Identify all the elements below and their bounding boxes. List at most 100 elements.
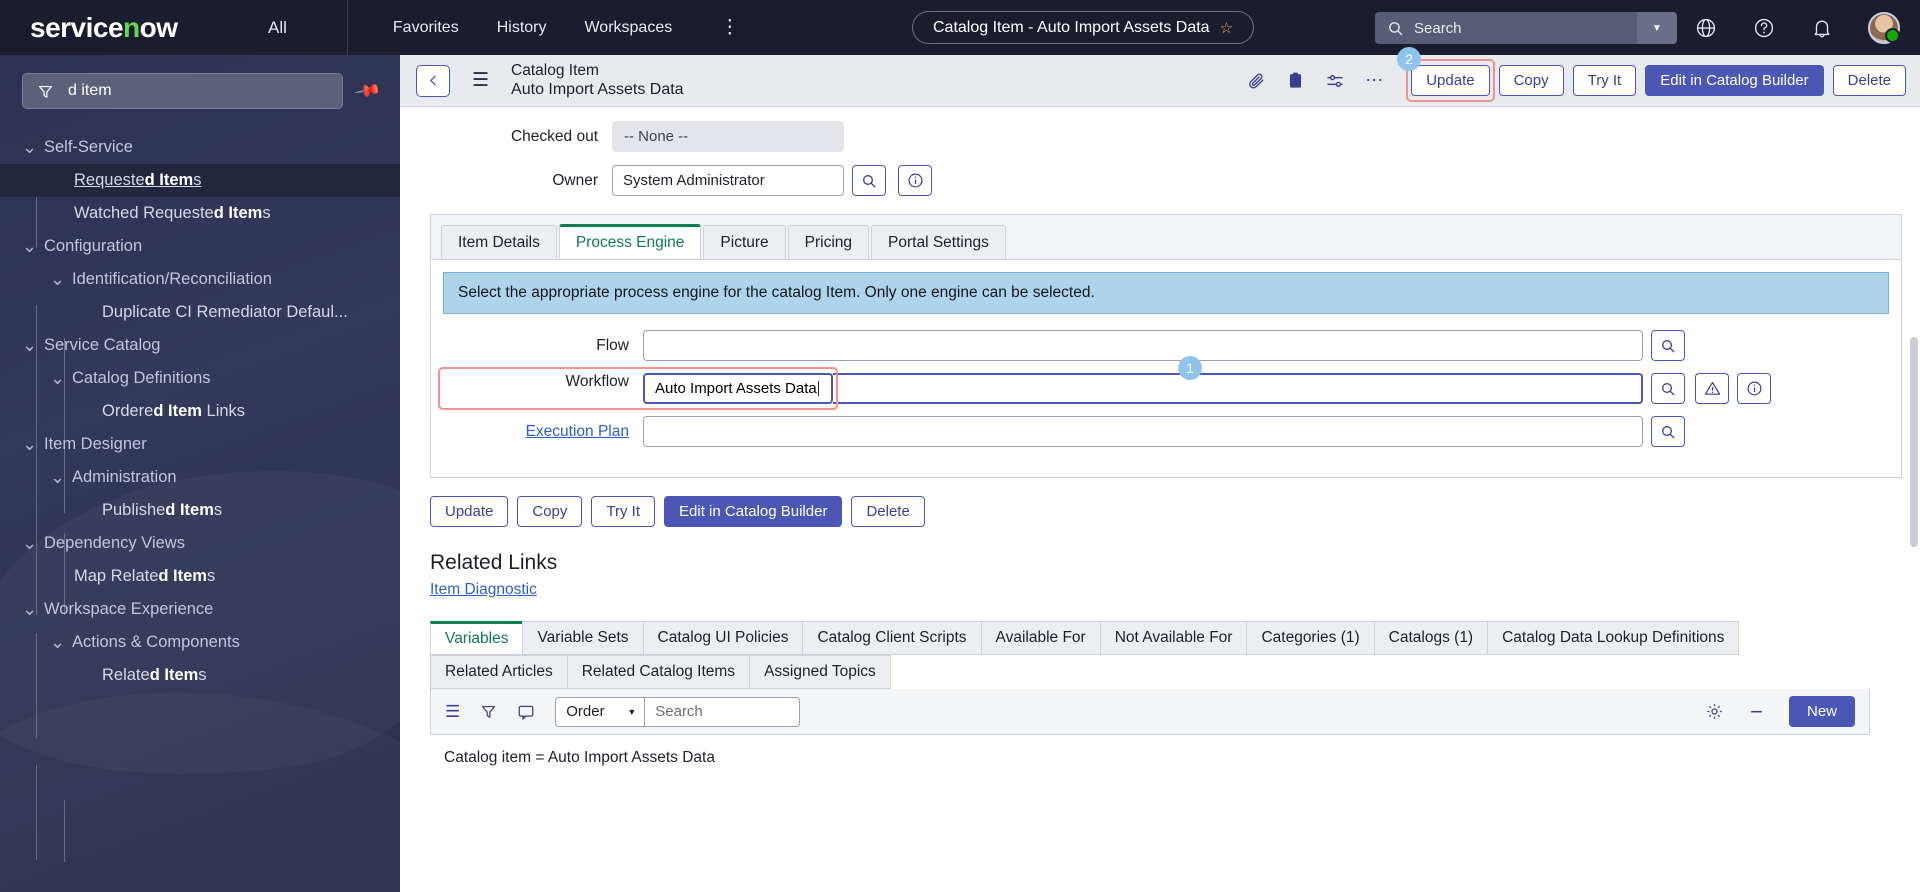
related-tab-categories-1[interactable]: Categories (1) [1246,621,1375,655]
checked-out-row: Checked out -- None -- [422,121,1898,152]
update-button[interactable]: Update [430,496,509,527]
personalize-icon[interactable] [1325,71,1345,91]
related-tab-available-for[interactable]: Available For [980,621,1101,655]
workflow-warning-icon[interactable] [1695,373,1729,404]
nav-favorites[interactable]: Favorites [393,19,459,37]
more-menu-icon[interactable]: ⋮ [720,18,740,37]
current-record-pill[interactable]: Catalog Item - Auto Import Assets Data ☆ [912,11,1255,44]
tab-item-details[interactable]: Item Details [441,225,557,259]
workflow-input-left[interactable]: Auto Import Assets Data [643,373,833,404]
body-wrapper: d item 📌 ⌄ Self-Service Requested Items Wat… [0,47,1920,892]
tab-portal-settings[interactable]: Portal Settings [871,225,1006,259]
global-search-input[interactable]: Search [1375,12,1665,44]
sidebar-item-actions-components[interactable]: ⌄ Actions & Components [0,626,400,659]
sidebar-item-dependency-views[interactable]: ⌄ Dependency Views [0,527,400,560]
sidebar-item-watched-requested-items[interactable]: Watched Requested Items [0,197,400,230]
pin-icon[interactable]: 📌 [353,77,382,106]
nav-history[interactable]: History [497,19,547,37]
form-header-buttons: Update 2 Copy Try It Edit in Catalog Builder… [1397,47,1906,102]
hamburger-icon[interactable]: ☰ [472,69,489,92]
sidebar-item-self-service[interactable]: ⌄ Self-Service [0,131,400,164]
avatar[interactable] [1868,11,1900,44]
checked-out-label: Checked out [510,127,598,145]
servicenow-logo[interactable]: servicenow [30,12,178,44]
flow-magnifier-icon[interactable] [1651,330,1685,361]
more-icon[interactable]: ⋯ [1365,70,1383,91]
related-tab-catalog-data-lookup-definitions[interactable]: Catalog Data Lookup Definitions [1487,621,1740,655]
sidebar-item-workspace-experience[interactable]: ⌄ Workspace Experience [0,593,400,626]
related-list-tabs: Variables Variable Sets Catalog UI Policie… [430,621,1870,689]
related-tab-variables[interactable]: Variables [430,621,524,655]
star-icon[interactable]: ☆ [1220,19,1233,37]
item-diagnostic-link[interactable]: Item Diagnostic [430,581,1898,599]
chevron-down-icon: ⌄ [22,335,38,355]
related-tab-related-articles[interactable]: Related Articles [430,655,568,689]
try-it-button[interactable]: Try It [591,496,656,527]
edit-in-catalog-builder-button[interactable]: Edit in Catalog Builder [664,496,843,527]
sidebar-item-service-catalog[interactable]: ⌄ Service Catalog [0,329,400,362]
list-search-input[interactable]: Search [645,696,801,727]
related-tab-catalog-client-scripts[interactable]: Catalog Client Scripts [802,621,982,655]
owner-input[interactable]: System Administrator [612,165,844,196]
chevron-down-icon: ⌄ [22,434,38,454]
sidebar-item-related-items[interactable]: Related Items [0,659,400,692]
sidebar-item-administration[interactable]: ⌄ Administration [0,461,400,494]
related-tab-variable-sets[interactable]: Variable Sets [522,621,644,655]
owner-info-icon[interactable] [898,165,932,196]
execution-plan-magnifier-icon[interactable] [1651,416,1685,447]
try-it-button[interactable]: Try It [1572,65,1637,96]
attachment-icon[interactable] [1247,71,1266,90]
tab-picture[interactable]: Picture [703,225,786,259]
sidebar-item-ordered-item-links[interactable]: Ordered Item Links [0,395,400,428]
tree-rail [64,800,65,862]
sidebar-item-identification-reconciliation[interactable]: ⌄ Identification/Reconciliation [0,263,400,296]
chevron-down-icon: ⌄ [22,137,38,157]
execution-plan-input[interactable] [643,416,1643,447]
sidebar-item-item-designer[interactable]: ⌄ Item Designer [0,428,400,461]
copy-button[interactable]: Copy [1498,65,1564,96]
sidebar-item-published-items[interactable]: Published Items [0,494,400,527]
delete-button[interactable]: Delete [851,496,925,527]
sidebar-item-configuration[interactable]: ⌄ Configuration [0,230,400,263]
funnel-icon[interactable] [480,703,497,720]
delete-button[interactable]: Delete [1832,65,1906,96]
back-button[interactable] [416,64,450,97]
sidebar-item-map-related-items[interactable]: Map Related Items [0,560,400,593]
copy-button[interactable]: Copy [517,496,583,527]
tab-process-engine[interactable]: Process Engine [558,224,702,258]
related-tab-catalogs-1[interactable]: Catalogs (1) [1373,621,1489,655]
workflow-info-icon[interactable] [1737,373,1771,404]
all-menu-button[interactable]: All [268,18,287,38]
order-dropdown[interactable]: Order ▼ [555,696,646,727]
list-menu-icon[interactable]: ☰ [445,702,460,722]
related-tab-assigned-topics[interactable]: Assigned Topics [749,655,891,689]
sidebar-item-duplicate-ci-remediator-defaul[interactable]: Duplicate CI Remediator Defaul... [0,296,400,329]
help-icon[interactable] [1752,16,1776,40]
top-navigation-bar: servicenow All Favorites History Workspa… [0,0,1920,55]
workflow-magnifier-icon[interactable] [1651,373,1685,404]
gear-icon[interactable] [1705,702,1724,721]
related-tab-related-catalog-items[interactable]: Related Catalog Items [566,655,751,689]
sidebar-filter-input[interactable]: d item [22,73,343,109]
workflow-input-right[interactable] [833,373,1643,404]
tab-pricing[interactable]: Pricing [787,225,870,259]
new-button[interactable]: New [1788,696,1855,727]
sidebar-item-catalog-definitions[interactable]: ⌄ Catalog Definitions [0,362,400,395]
related-tab-not-available-for[interactable]: Not Available For [1099,621,1248,655]
speech-icon[interactable] [517,703,535,721]
bell-icon[interactable] [1810,16,1834,40]
nav-workspaces[interactable]: Workspaces [584,19,672,37]
flow-input[interactable] [643,330,1643,361]
globe-icon[interactable] [1694,16,1718,40]
update-button[interactable]: Update [1411,65,1490,96]
vertical-scrollbar[interactable] [1910,337,1918,547]
clipboard-icon[interactable] [1286,71,1305,90]
nav-links: Favorites History Workspaces ⋮ [393,18,740,37]
minus-icon[interactable]: − [1750,699,1763,725]
sidebar-item-requested-items[interactable]: Requested Items [0,164,400,197]
owner-magnifier-icon[interactable] [852,165,886,196]
execution-plan-label[interactable]: Execution Plan [443,423,643,441]
edit-in-catalog-builder-button[interactable]: Edit in Catalog Builder [1645,65,1824,96]
search-scope-dropdown[interactable]: ▼ [1637,12,1677,44]
related-tab-catalog-ui-policies[interactable]: Catalog UI Policies [642,621,804,655]
